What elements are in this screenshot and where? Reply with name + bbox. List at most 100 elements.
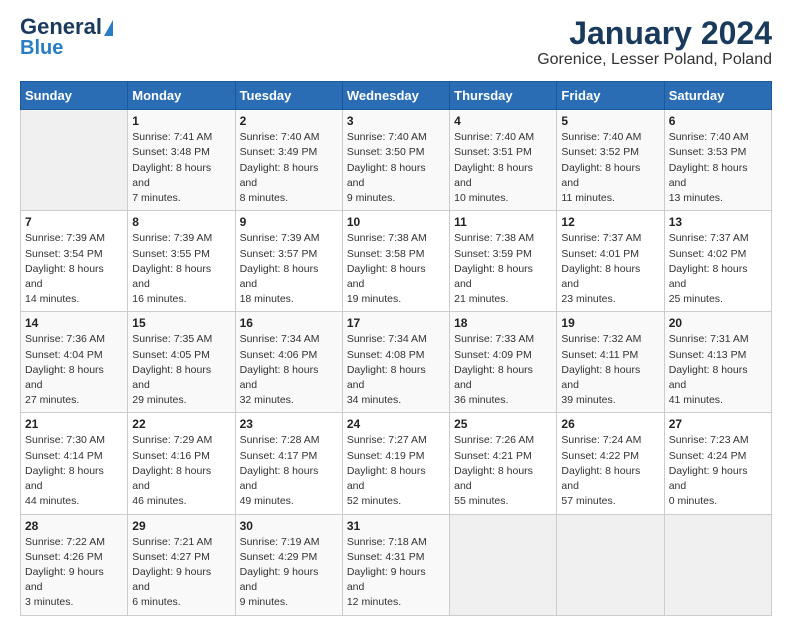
logo-blue: Blue [20, 38, 63, 58]
day-info: Sunrise: 7:37 AMSunset: 4:01 PMDaylight:… [561, 231, 659, 307]
table-row: 12 Sunrise: 7:37 AMSunset: 4:01 PMDaylig… [557, 211, 664, 312]
table-row: 23 Sunrise: 7:28 AMSunset: 4:17 PMDaylig… [235, 413, 342, 514]
table-row: 8 Sunrise: 7:39 AMSunset: 3:55 PMDayligh… [128, 211, 235, 312]
day-info: Sunrise: 7:40 AMSunset: 3:50 PMDaylight:… [347, 130, 445, 206]
table-row [664, 514, 771, 615]
day-info: Sunrise: 7:24 AMSunset: 4:22 PMDaylight:… [561, 433, 659, 509]
table-row: 30 Sunrise: 7:19 AMSunset: 4:29 PMDaylig… [235, 514, 342, 615]
calendar-header-row: Sunday Monday Tuesday Wednesday Thursday… [21, 82, 772, 110]
day-info: Sunrise: 7:29 AMSunset: 4:16 PMDaylight:… [132, 433, 230, 509]
day-number: 19 [561, 316, 659, 330]
day-info: Sunrise: 7:37 AMSunset: 4:02 PMDaylight:… [669, 231, 767, 307]
table-row: 10 Sunrise: 7:38 AMSunset: 3:58 PMDaylig… [342, 211, 449, 312]
table-row: 15 Sunrise: 7:35 AMSunset: 4:05 PMDaylig… [128, 312, 235, 413]
logo: General Blue [20, 16, 113, 58]
day-number: 23 [240, 417, 338, 431]
day-info: Sunrise: 7:23 AMSunset: 4:24 PMDaylight:… [669, 433, 767, 509]
day-info: Sunrise: 7:34 AMSunset: 4:06 PMDaylight:… [240, 332, 338, 408]
table-row: 20 Sunrise: 7:31 AMSunset: 4:13 PMDaylig… [664, 312, 771, 413]
table-row: 19 Sunrise: 7:32 AMSunset: 4:11 PMDaylig… [557, 312, 664, 413]
table-row: 16 Sunrise: 7:34 AMSunset: 4:06 PMDaylig… [235, 312, 342, 413]
day-info: Sunrise: 7:32 AMSunset: 4:11 PMDaylight:… [561, 332, 659, 408]
day-number: 26 [561, 417, 659, 431]
day-number: 13 [669, 215, 767, 229]
table-row: 13 Sunrise: 7:37 AMSunset: 4:02 PMDaylig… [664, 211, 771, 312]
day-info: Sunrise: 7:28 AMSunset: 4:17 PMDaylight:… [240, 433, 338, 509]
day-info: Sunrise: 7:39 AMSunset: 3:54 PMDaylight:… [25, 231, 123, 307]
table-row: 21 Sunrise: 7:30 AMSunset: 4:14 PMDaylig… [21, 413, 128, 514]
table-row: 9 Sunrise: 7:39 AMSunset: 3:57 PMDayligh… [235, 211, 342, 312]
day-number: 5 [561, 114, 659, 128]
table-row: 25 Sunrise: 7:26 AMSunset: 4:21 PMDaylig… [450, 413, 557, 514]
day-info: Sunrise: 7:31 AMSunset: 4:13 PMDaylight:… [669, 332, 767, 408]
table-row: 11 Sunrise: 7:38 AMSunset: 3:59 PMDaylig… [450, 211, 557, 312]
table-row: 5 Sunrise: 7:40 AMSunset: 3:52 PMDayligh… [557, 110, 664, 211]
day-number: 27 [669, 417, 767, 431]
calendar-week-row: 7 Sunrise: 7:39 AMSunset: 3:54 PMDayligh… [21, 211, 772, 312]
day-number: 21 [25, 417, 123, 431]
day-number: 4 [454, 114, 552, 128]
calendar-week-row: 1 Sunrise: 7:41 AMSunset: 3:48 PMDayligh… [21, 110, 772, 211]
table-row: 22 Sunrise: 7:29 AMSunset: 4:16 PMDaylig… [128, 413, 235, 514]
day-number: 29 [132, 519, 230, 533]
day-info: Sunrise: 7:39 AMSunset: 3:57 PMDaylight:… [240, 231, 338, 307]
table-row: 29 Sunrise: 7:21 AMSunset: 4:27 PMDaylig… [128, 514, 235, 615]
table-row: 17 Sunrise: 7:34 AMSunset: 4:08 PMDaylig… [342, 312, 449, 413]
day-number: 16 [240, 316, 338, 330]
table-row: 7 Sunrise: 7:39 AMSunset: 3:54 PMDayligh… [21, 211, 128, 312]
title-area: January 2024 Gorenice, Lesser Poland, Po… [537, 16, 772, 69]
day-info: Sunrise: 7:40 AMSunset: 3:52 PMDaylight:… [561, 130, 659, 206]
table-row: 28 Sunrise: 7:22 AMSunset: 4:26 PMDaylig… [21, 514, 128, 615]
table-row: 24 Sunrise: 7:27 AMSunset: 4:19 PMDaylig… [342, 413, 449, 514]
table-row: 2 Sunrise: 7:40 AMSunset: 3:49 PMDayligh… [235, 110, 342, 211]
day-info: Sunrise: 7:38 AMSunset: 3:58 PMDaylight:… [347, 231, 445, 307]
day-number: 1 [132, 114, 230, 128]
day-info: Sunrise: 7:41 AMSunset: 3:48 PMDaylight:… [132, 130, 230, 206]
calendar-week-row: 21 Sunrise: 7:30 AMSunset: 4:14 PMDaylig… [21, 413, 772, 514]
day-info: Sunrise: 7:35 AMSunset: 4:05 PMDaylight:… [132, 332, 230, 408]
day-number: 11 [454, 215, 552, 229]
day-number: 14 [25, 316, 123, 330]
day-info: Sunrise: 7:38 AMSunset: 3:59 PMDaylight:… [454, 231, 552, 307]
day-number: 7 [25, 215, 123, 229]
table-row: 4 Sunrise: 7:40 AMSunset: 3:51 PMDayligh… [450, 110, 557, 211]
day-number: 12 [561, 215, 659, 229]
day-info: Sunrise: 7:21 AMSunset: 4:27 PMDaylight:… [132, 535, 230, 611]
col-tuesday: Tuesday [235, 82, 342, 110]
calendar-week-row: 28 Sunrise: 7:22 AMSunset: 4:26 PMDaylig… [21, 514, 772, 615]
day-number: 30 [240, 519, 338, 533]
day-info: Sunrise: 7:22 AMSunset: 4:26 PMDaylight:… [25, 535, 123, 611]
day-number: 3 [347, 114, 445, 128]
table-row: 6 Sunrise: 7:40 AMSunset: 3:53 PMDayligh… [664, 110, 771, 211]
day-number: 28 [25, 519, 123, 533]
col-saturday: Saturday [664, 82, 771, 110]
day-info: Sunrise: 7:33 AMSunset: 4:09 PMDaylight:… [454, 332, 552, 408]
col-wednesday: Wednesday [342, 82, 449, 110]
day-info: Sunrise: 7:18 AMSunset: 4:31 PMDaylight:… [347, 535, 445, 611]
day-info: Sunrise: 7:36 AMSunset: 4:04 PMDaylight:… [25, 332, 123, 408]
day-info: Sunrise: 7:34 AMSunset: 4:08 PMDaylight:… [347, 332, 445, 408]
day-info: Sunrise: 7:39 AMSunset: 3:55 PMDaylight:… [132, 231, 230, 307]
day-number: 17 [347, 316, 445, 330]
table-row [450, 514, 557, 615]
calendar-week-row: 14 Sunrise: 7:36 AMSunset: 4:04 PMDaylig… [21, 312, 772, 413]
page-subtitle: Gorenice, Lesser Poland, Poland [537, 51, 772, 69]
col-friday: Friday [557, 82, 664, 110]
day-number: 20 [669, 316, 767, 330]
day-info: Sunrise: 7:40 AMSunset: 3:49 PMDaylight:… [240, 130, 338, 206]
table-row: 18 Sunrise: 7:33 AMSunset: 4:09 PMDaylig… [450, 312, 557, 413]
col-sunday: Sunday [21, 82, 128, 110]
col-monday: Monday [128, 82, 235, 110]
day-info: Sunrise: 7:27 AMSunset: 4:19 PMDaylight:… [347, 433, 445, 509]
table-row: 1 Sunrise: 7:41 AMSunset: 3:48 PMDayligh… [128, 110, 235, 211]
day-number: 18 [454, 316, 552, 330]
day-info: Sunrise: 7:19 AMSunset: 4:29 PMDaylight:… [240, 535, 338, 611]
page-title: January 2024 [537, 16, 772, 51]
day-number: 2 [240, 114, 338, 128]
calendar-table: Sunday Monday Tuesday Wednesday Thursday… [20, 81, 772, 615]
table-row: 27 Sunrise: 7:23 AMSunset: 4:24 PMDaylig… [664, 413, 771, 514]
header: General Blue January 2024 Gorenice, Less… [20, 16, 772, 69]
table-row: 3 Sunrise: 7:40 AMSunset: 3:50 PMDayligh… [342, 110, 449, 211]
day-info: Sunrise: 7:26 AMSunset: 4:21 PMDaylight:… [454, 433, 552, 509]
day-number: 25 [454, 417, 552, 431]
